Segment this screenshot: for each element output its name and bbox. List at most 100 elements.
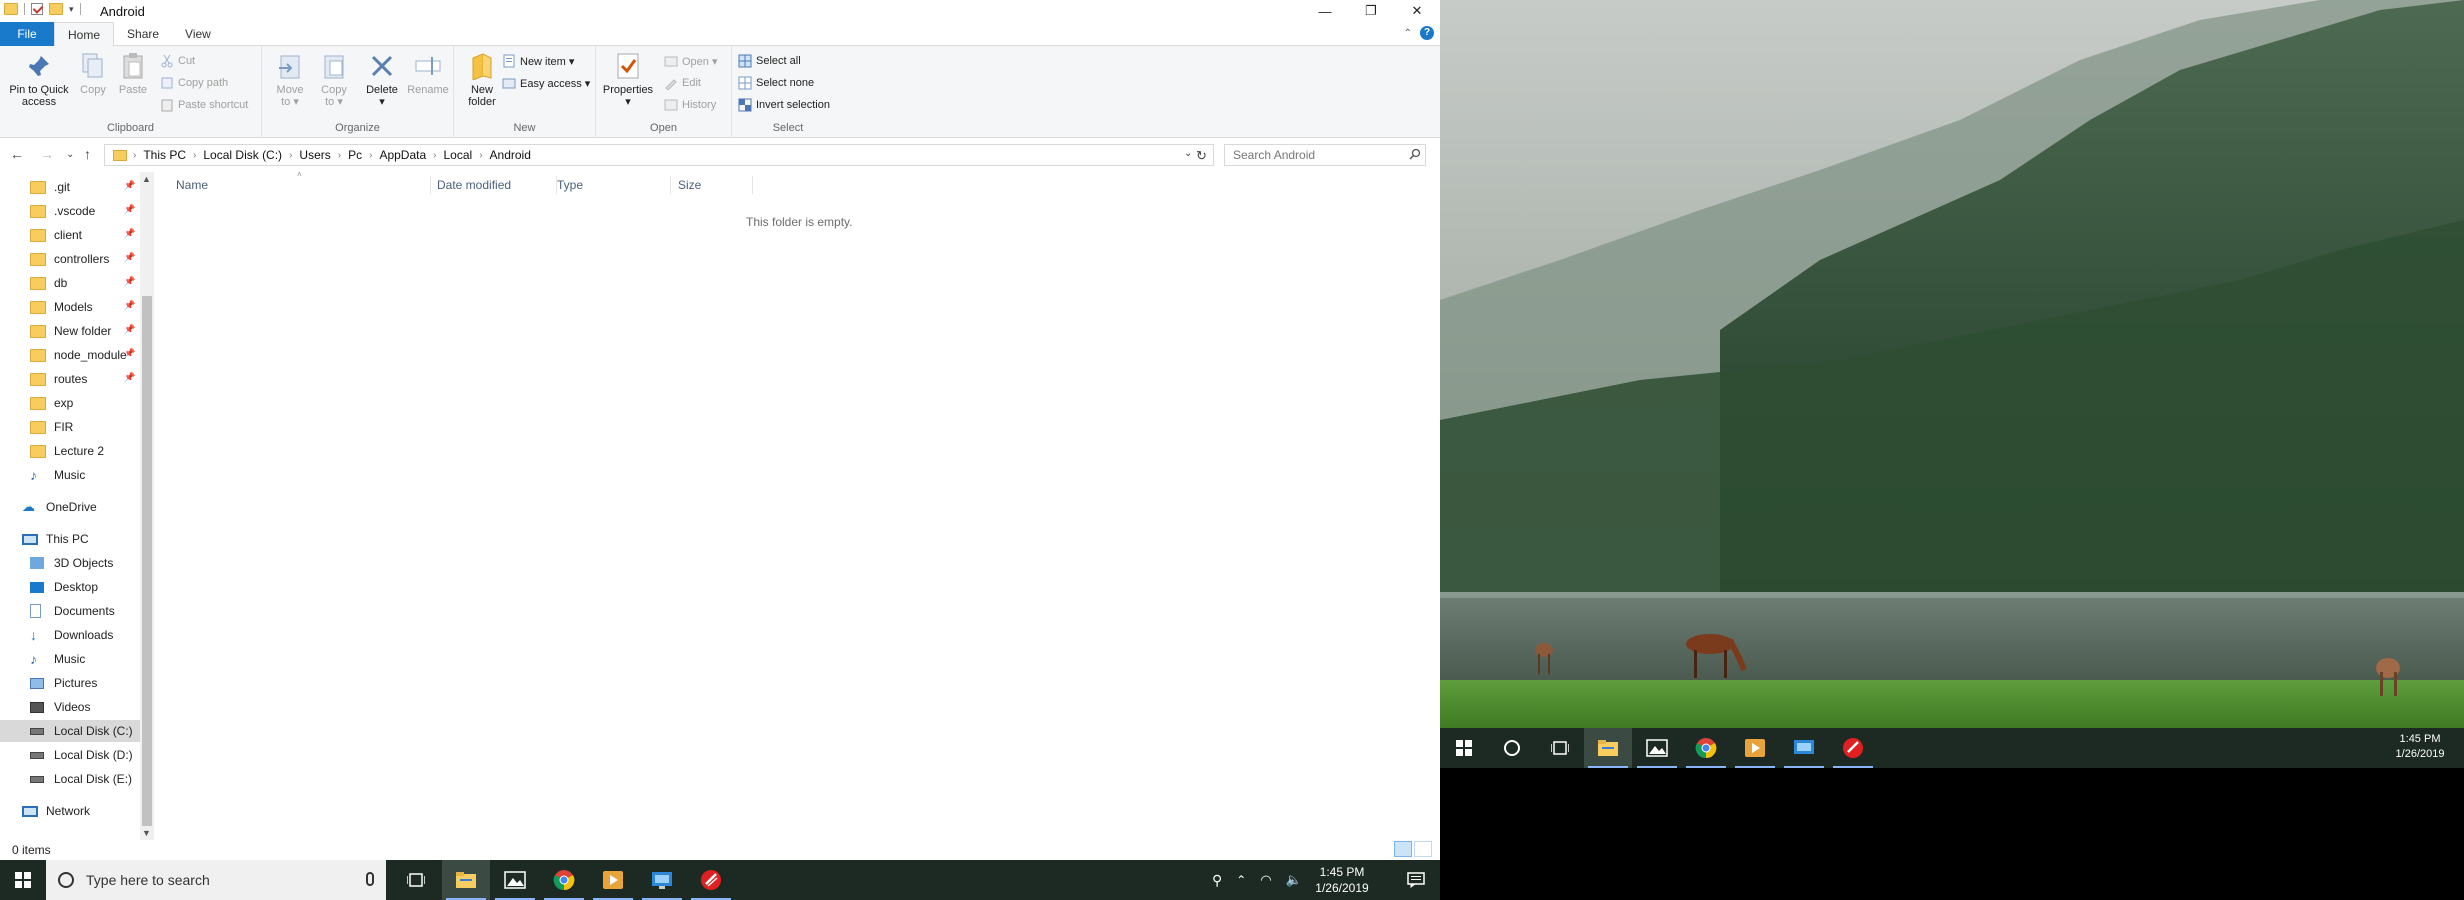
taskbar-remote-desktop[interactable] [638, 860, 686, 900]
nav-item-downloads[interactable]: ↓ Downloads [30, 624, 140, 646]
preview-file-explorer[interactable] [1584, 728, 1632, 768]
column-divider[interactable] [752, 176, 753, 194]
nav-item-3d-objects[interactable]: 3D Objects [30, 552, 140, 574]
breadcrumb-android[interactable]: Android [490, 148, 531, 162]
wifi-icon[interactable]: ◠ [1260, 872, 1271, 888]
taskbar-search-box[interactable]: Type here to search [46, 860, 386, 900]
copy-button[interactable]: Copy [78, 52, 108, 96]
refresh-icon[interactable]: ↻ [1196, 148, 1207, 164]
large-icons-view-icon[interactable] [1414, 841, 1432, 857]
show-hidden-icons-chevron-icon[interactable]: ⌃ [1236, 873, 1246, 887]
nav-item-local-disk-d[interactable]: Local Disk (D:) [30, 744, 140, 766]
tab-file[interactable]: File [0, 22, 54, 46]
nav-item-pictures[interactable]: Pictures [30, 672, 140, 694]
copy-path-button[interactable]: Copy path [160, 74, 228, 92]
breadcrumb-local-disk-c[interactable]: Local Disk (C:) [203, 148, 282, 162]
maximize-button[interactable]: ❐ [1348, 0, 1394, 22]
nav-item-fir[interactable]: FIR [30, 416, 140, 438]
preview-start-button[interactable] [1440, 728, 1488, 768]
paste-button[interactable]: Paste [118, 52, 148, 96]
new-folder-button[interactable]: New folder [460, 52, 504, 108]
preview-clock[interactable]: 1:45 PM 1/26/2019 [2380, 732, 2460, 762]
search-box[interactable]: Search Android [1224, 144, 1426, 166]
breadcrumb-separator-icon[interactable]: › [479, 150, 482, 161]
taskbar-file-explorer[interactable] [442, 860, 490, 900]
edit-button[interactable]: Edit [664, 74, 701, 92]
easy-access-button[interactable]: Easy access ▾ [502, 74, 590, 92]
paste-shortcut-button[interactable]: Paste shortcut [160, 96, 248, 114]
column-divider[interactable] [430, 176, 431, 194]
recent-locations-chevron-icon[interactable]: ⌄ [66, 149, 74, 160]
pin-to-quick-access-button[interactable]: Pin to Quick access [4, 52, 74, 108]
nav-item-desktop[interactable]: Desktop [30, 576, 140, 598]
preview-remote-desktop[interactable] [1780, 728, 1828, 768]
tab-view[interactable]: View [172, 22, 224, 46]
delete-button[interactable]: Delete ▾ [360, 52, 404, 108]
preview-red-app[interactable] [1829, 728, 1877, 768]
breadcrumb-separator-icon[interactable]: › [289, 150, 292, 161]
nav-item-local-disk-c[interactable]: Local Disk (C:) [0, 720, 140, 742]
properties-check-icon[interactable] [31, 3, 43, 15]
forward-arrow-icon[interactable]: → [40, 146, 54, 162]
breadcrumb-pc[interactable]: Pc [348, 148, 362, 162]
scroll-down-icon[interactable]: ▼ [142, 828, 151, 838]
preview-task-view-button[interactable] [1536, 728, 1584, 768]
tab-share[interactable]: Share [114, 22, 172, 46]
move-to-button[interactable]: Move to ▾ [270, 52, 310, 108]
cut-button[interactable]: Cut [160, 52, 195, 70]
preview-chrome[interactable] [1682, 728, 1730, 768]
column-header-size[interactable]: Size [678, 178, 701, 192]
nav-item-network[interactable]: Network [22, 800, 140, 822]
customize-toolbar-dropdown-icon[interactable]: ▾ [69, 4, 74, 15]
select-all-button[interactable]: Select all [738, 52, 801, 70]
taskbar-media-player[interactable] [589, 860, 637, 900]
breadcrumb-this-pc[interactable]: This PC [143, 148, 186, 162]
address-bar[interactable]: › This PC › Local Disk (C:) › Users › Pc… [104, 144, 1214, 166]
minimize-button[interactable]: — [1302, 0, 1348, 22]
taskbar-chrome[interactable] [540, 860, 588, 900]
new-folder-icon[interactable] [49, 3, 63, 15]
copy-to-button[interactable]: Copy to ▾ [314, 52, 354, 108]
scroll-up-icon[interactable]: ▲ [142, 174, 151, 184]
nav-item-documents[interactable]: Documents [30, 600, 140, 622]
tab-home[interactable]: Home [54, 22, 115, 46]
help-icon[interactable]: ? [1420, 26, 1434, 40]
people-icon[interactable]: ⚲ [1212, 872, 1222, 889]
nav-item-local-disk-e[interactable]: Local Disk (E:) [30, 768, 140, 790]
nav-item-lecture-2[interactable]: Lecture 2 [30, 440, 140, 462]
breadcrumb-separator-icon[interactable]: › [338, 150, 341, 161]
nav-item-music-quick[interactable]: ♪ Music [30, 464, 140, 486]
breadcrumb-separator-icon[interactable]: › [369, 150, 372, 161]
nav-item-music[interactable]: ♪ Music [30, 648, 140, 670]
breadcrumb-separator-icon[interactable]: › [193, 150, 196, 161]
invert-selection-button[interactable]: Invert selection [738, 96, 830, 114]
column-header-type[interactable]: Type [557, 178, 583, 192]
open-button[interactable]: Open ▾ [664, 52, 718, 70]
action-center-button[interactable] [1392, 860, 1440, 900]
up-arrow-icon[interactable]: ↑ [84, 146, 91, 162]
start-button[interactable] [0, 860, 46, 900]
nav-item-this-pc[interactable]: This PC [22, 528, 140, 550]
history-button[interactable]: History [664, 96, 716, 114]
preview-photos[interactable] [1633, 728, 1681, 768]
column-header-name[interactable]: Name [176, 178, 208, 192]
nav-item-node-modules[interactable]: node_modules [30, 344, 126, 366]
breadcrumb-local[interactable]: Local [444, 148, 473, 162]
taskbar-clock[interactable]: 1:45 PM 1/26/2019 [1300, 864, 1384, 896]
microphone-icon[interactable] [366, 872, 374, 886]
details-view-icon[interactable] [1394, 841, 1412, 857]
properties-button[interactable]: Properties ▾ [602, 52, 654, 108]
task-view-button[interactable] [392, 860, 440, 900]
back-arrow-icon[interactable]: ← [10, 146, 24, 162]
column-divider[interactable] [670, 176, 671, 194]
nav-item-videos[interactable]: Videos [30, 696, 140, 718]
breadcrumb-users[interactable]: Users [299, 148, 330, 162]
select-none-button[interactable]: Select none [738, 74, 814, 92]
breadcrumb-separator-icon[interactable]: › [433, 150, 436, 161]
collapse-ribbon-icon[interactable]: ⌃ [1404, 28, 1412, 39]
preview-cortana-button[interactable] [1488, 728, 1536, 768]
scrollbar-thumb[interactable] [142, 296, 152, 826]
taskbar-opera[interactable] [687, 860, 735, 900]
nav-pane-scrollbar[interactable]: ▲ ▼ [140, 172, 154, 840]
taskbar-photos[interactable] [491, 860, 539, 900]
